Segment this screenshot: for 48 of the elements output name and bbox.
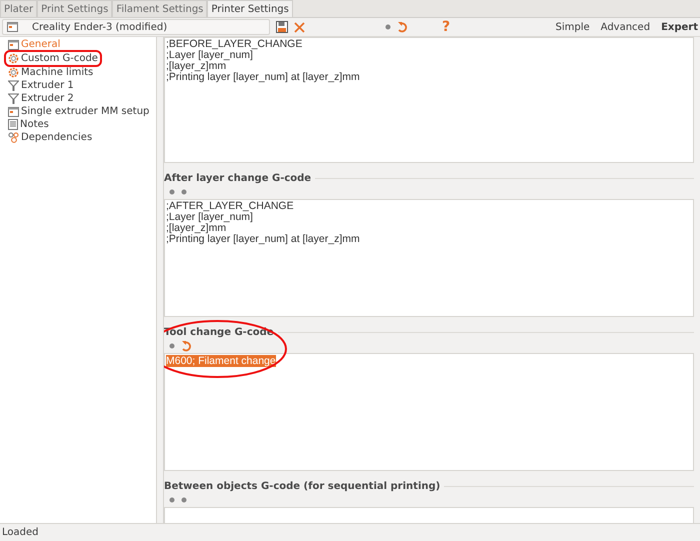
- tree-item[interactable]: Single extruder MM setup: [6, 105, 152, 118]
- gcode-line: ;Layer [layer_num]: [166, 212, 253, 223]
- funnel-icon: [8, 93, 19, 104]
- tab[interactable]: Print Settings: [37, 0, 112, 17]
- gcode-line: ;BEFORE_LAYER_CHANGE: [166, 39, 304, 50]
- tab[interactable]: Filament Settings: [112, 0, 208, 17]
- tree-item[interactable]: Custom G-code: [6, 52, 100, 65]
- window-icon: [8, 40, 19, 50]
- gear-icon: [8, 53, 19, 64]
- close-icon[interactable]: [294, 22, 305, 32]
- window-icon: [8, 106, 19, 116]
- gcode-line: ;Printing layer [layer_num] at [layer_z]mm: [166, 72, 361, 83]
- printer-preset-icon: [7, 22, 18, 32]
- tab[interactable]: Plater: [0, 0, 38, 17]
- dot-icon: [169, 343, 175, 349]
- tree-item[interactable]: Machine limits: [6, 66, 96, 79]
- undo-icon[interactable]: [397, 21, 408, 33]
- section-title: After layer change G-code: [164, 173, 312, 184]
- tree-item[interactable]: Dependencies: [6, 131, 94, 144]
- tree-item[interactable]: Extruder 1: [6, 79, 76, 92]
- dot-icon: [181, 189, 187, 195]
- gcode-line: ;Printing layer [layer_num] at [layer_z]mm: [166, 234, 361, 245]
- preset-dropdown[interactable]: Creality Ender-3 (modified): [2, 19, 270, 35]
- tab[interactable]: Printer Settings: [207, 0, 293, 17]
- gcode-editor[interactable]: ;BEFORE_LAYER_CHANGE ;Layer [layer_num] ;[layer_z]mm ;Printing layer [layer_num] at [layer_z]mm: [164, 37, 694, 163]
- mode-option[interactable]: Simple: [556, 22, 590, 32]
- mode-option[interactable]: Expert: [661, 22, 698, 32]
- dot-icon: [169, 497, 175, 503]
- tree-item[interactable]: Extruder 2: [6, 92, 76, 105]
- gear-icon: [8, 67, 19, 78]
- tree-item[interactable]: Notes: [6, 118, 51, 131]
- gcode-line: ;Layer [layer_num]: [166, 50, 254, 61]
- gcode-line: ;[layer_z]mm: [166, 223, 226, 234]
- dot-icon: [181, 497, 187, 503]
- gcode-line: ;[layer_z]mm: [166, 61, 226, 72]
- dot-icon: [385, 24, 391, 30]
- gcode-line: ;AFTER_LAYER_CHANGE: [166, 201, 295, 212]
- funnel-icon: [8, 80, 19, 91]
- mode-option[interactable]: Advanced: [600, 22, 650, 32]
- undo-icon[interactable]: [181, 340, 192, 352]
- cluster-icon: [8, 132, 19, 143]
- selected-text: M600; Filament change: [166, 355, 276, 367]
- section-title: Between objects G-code (for sequential printing): [164, 481, 440, 492]
- notes-icon: [8, 119, 18, 130]
- dot-icon: [169, 189, 175, 195]
- save-icon[interactable]: [276, 21, 288, 33]
- gcode-editor[interactable]: ;AFTER_LAYER_CHANGE ;Layer [layer_num] ;[layer_z]mm ;Printing layer [layer_num] at [layer_z]mm: [164, 199, 694, 317]
- status-text: Loaded: [0, 523, 700, 541]
